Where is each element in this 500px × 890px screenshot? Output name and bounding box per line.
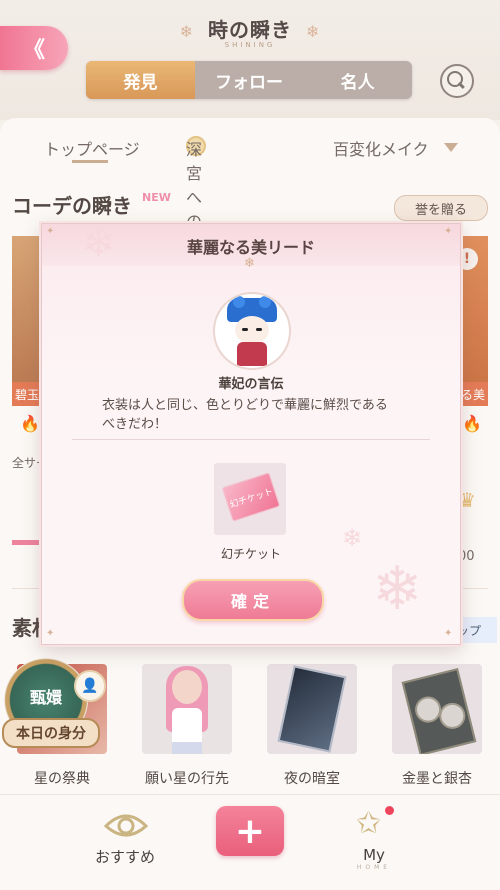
snowflake-icon: ❄ — [372, 554, 423, 624]
character-avatar — [213, 292, 291, 370]
corner-ornament-icon: ✦ — [46, 628, 55, 639]
speaker-name: 華妃の言伝 — [218, 377, 284, 392]
divider — [72, 439, 430, 440]
reward-item[interactable]: 幻チケット — [214, 463, 286, 535]
reward-dialog: ❄ ❄ ❄ 華麗なる美リード ❄ ✦ ✦ ✦ ✦ 華妃の言伝 衣装は人と同じ、色… — [41, 220, 461, 645]
dialog-title: 華麗なる美リード — [186, 238, 315, 257]
dialog-message: 衣装は人と同じ、色とりどりで華麗に鮮烈であるべきだわ！ — [102, 398, 388, 432]
corner-ornament-icon: ✦ — [444, 628, 453, 639]
snowflake-icon: ❄ — [244, 256, 255, 271]
reward-item-label: 幻チケット — [220, 547, 281, 561]
corner-ornament-icon: ✦ — [444, 226, 453, 237]
corner-ornament-icon: ✦ — [46, 226, 55, 237]
ticket-icon: 幻チケット — [221, 472, 281, 522]
confirm-button[interactable]: 確定 — [182, 579, 324, 621]
